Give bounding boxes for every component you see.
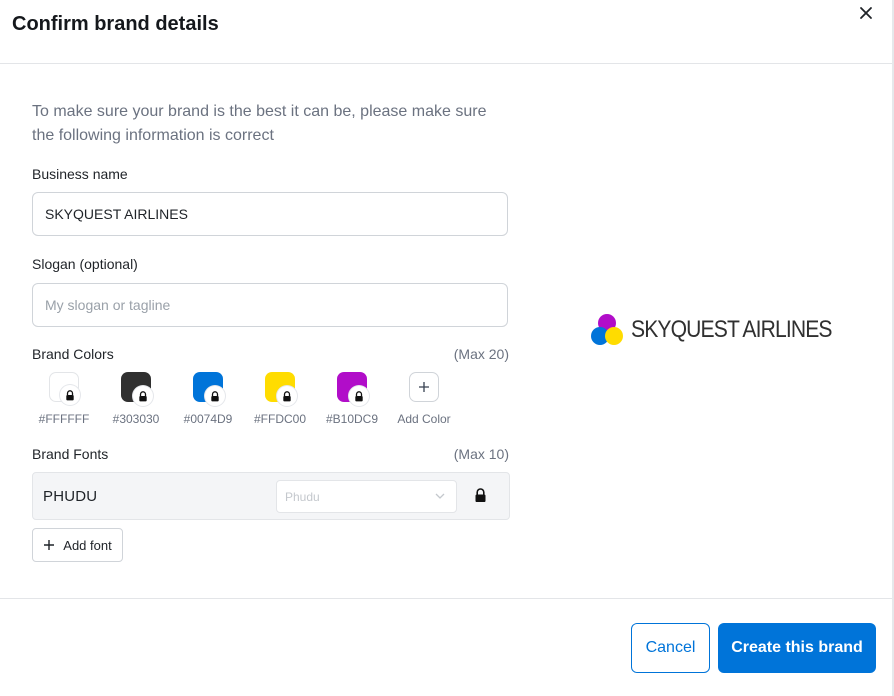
color-swatch-item: #FFFFFF (28, 372, 100, 426)
color-swatch[interactable] (49, 372, 80, 405)
slogan-input[interactable] (32, 283, 508, 327)
chevron-down-icon (435, 493, 445, 499)
add-color-item: Add Color (388, 372, 460, 426)
font-select-value: Phudu (285, 489, 320, 504)
brand-fonts-max: (Max 10) (453, 446, 509, 462)
brand-fonts-label: Brand Fonts (32, 446, 109, 462)
confirm-brand-dialog: Confirm brand details To make sure your … (0, 0, 894, 696)
color-swatch-item: #303030 (100, 372, 172, 426)
color-swatch[interactable] (121, 372, 153, 406)
color-swatch[interactable] (265, 372, 297, 406)
color-hex-label: #FFDC00 (253, 412, 306, 426)
plus-icon (419, 382, 429, 392)
close-button[interactable] (855, 2, 877, 24)
cancel-button[interactable]: Cancel (631, 623, 710, 673)
add-color-label: Add Color (397, 412, 451, 426)
brand-preview: SKYQUEST AIRLINES (589, 313, 859, 347)
add-color-button[interactable] (409, 372, 439, 402)
font-name: PHUDU (43, 488, 98, 505)
intro-text: To make sure your brand is the best it c… (32, 103, 487, 144)
brand-logo-icon (591, 314, 623, 345)
lock-icon (277, 386, 297, 406)
plus-icon (44, 540, 55, 550)
business-name-label: Business name (32, 166, 128, 182)
font-row: PHUDU Phudu (32, 472, 510, 520)
lock-icon (133, 386, 153, 406)
lock-icon (60, 385, 80, 405)
color-swatch-item: #B10DC9 (316, 372, 388, 426)
add-font-label: Add font (63, 537, 112, 553)
close-icon (860, 7, 872, 19)
color-swatch-item: #0074D9 (172, 372, 244, 426)
brand-colors-max: (Max 20) (453, 346, 509, 362)
color-hex-label: #303030 (112, 412, 160, 426)
lock-icon (349, 386, 369, 406)
font-select[interactable]: Phudu (276, 480, 457, 513)
lock-icon (205, 386, 225, 406)
color-hex-label: #0074D9 (183, 412, 233, 426)
color-hex-label: #B10DC9 (325, 412, 379, 426)
color-swatch[interactable] (193, 372, 225, 406)
add-font-button[interactable]: Add font (32, 528, 123, 562)
create-brand-button[interactable]: Create this brand (718, 623, 876, 673)
color-swatch-item: #FFDC00 (244, 372, 316, 426)
lock-icon[interactable] (474, 488, 487, 503)
brand-colors-label: Brand Colors (32, 346, 114, 362)
color-hex-label: #FFFFFF (38, 412, 90, 426)
slogan-label: Slogan (optional) (32, 256, 138, 272)
header-divider (0, 63, 892, 64)
footer-divider (0, 598, 892, 599)
brand-preview-name: SKYQUEST AIRLINES (631, 316, 833, 343)
dialog-title: Confirm brand details (12, 13, 219, 35)
color-swatch[interactable] (337, 372, 369, 406)
business-name-input[interactable] (32, 192, 508, 236)
